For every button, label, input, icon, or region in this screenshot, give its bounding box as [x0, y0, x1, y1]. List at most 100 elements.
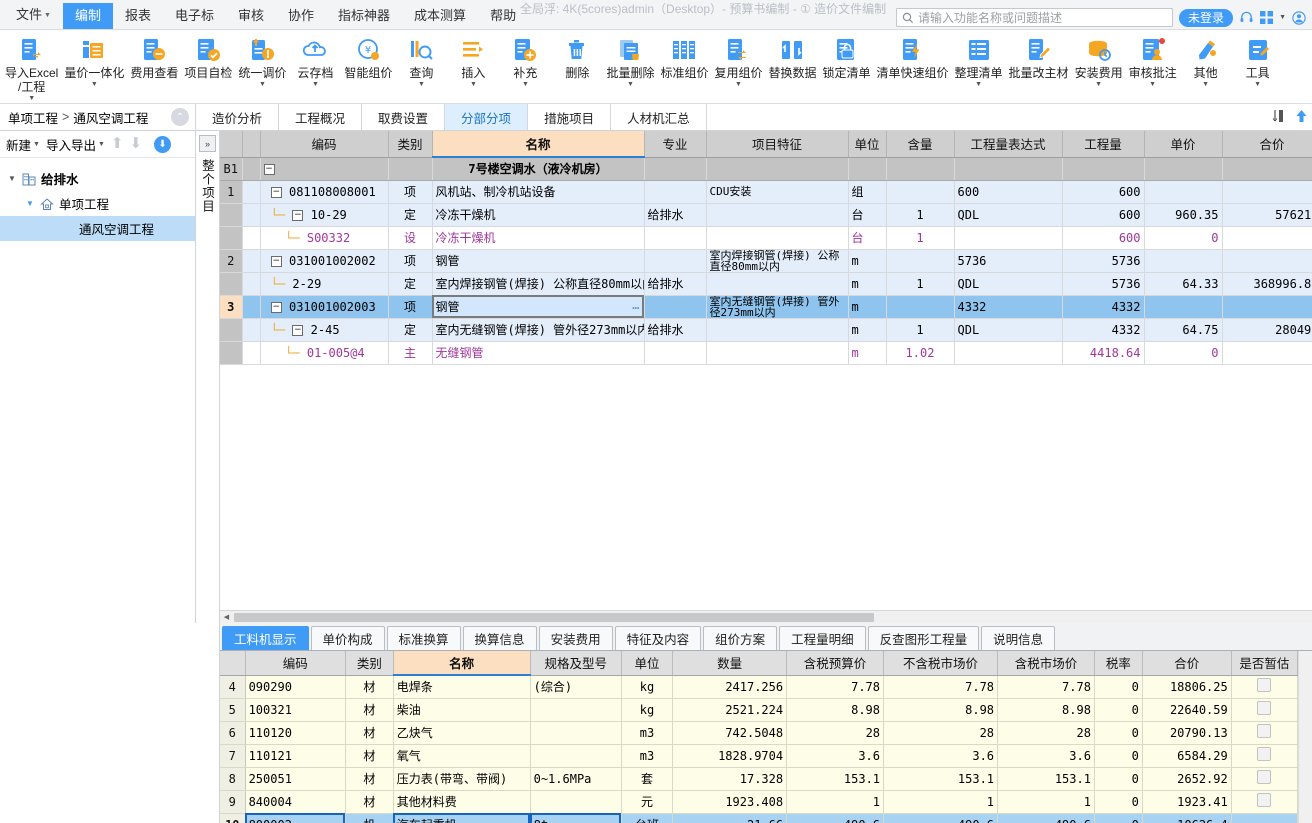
cell-major[interactable]: 给排水 [644, 272, 707, 296]
cell-unit-price[interactable]: 960.35 [1144, 203, 1223, 227]
ribbon-button-batch-edit-material[interactable]: 批量改主材▼ [1006, 33, 1072, 89]
cell-total-price[interactable]: 10626.4 [1142, 813, 1232, 823]
estimate-checkbox[interactable] [1257, 678, 1272, 692]
cell-code[interactable]: 110121 [245, 744, 346, 768]
col-5[interactable]: 单位 [848, 131, 887, 158]
cell-code[interactable]: 800002 [245, 813, 346, 823]
ribbon-button-cloud-archive[interactable]: 云存档 ▼ [289, 33, 341, 89]
detail-tab-2[interactable]: 标准换算 [386, 626, 461, 650]
cell-code[interactable]: └─ 2-29 [260, 272, 389, 296]
detail-tab-0[interactable]: 工料机显示 [222, 626, 309, 650]
cell-budget-price[interactable]: 7.78 [786, 675, 885, 699]
cell-spec[interactable] [530, 790, 622, 814]
detail-tab-8[interactable]: 反查图形工程量 [867, 626, 980, 650]
ribbon-button-delete-trash[interactable]: 删除▼ [551, 33, 603, 89]
cell-unit[interactable] [848, 157, 887, 181]
ribbon-button-project-check[interactable]: 项目自检▼ [181, 33, 235, 89]
table-row[interactable]: └─ 01-005@4 主 无缝钢管 m 1.02 4418.64 00 [220, 341, 1312, 365]
collapse-toggle-icon[interactable]: − [292, 324, 304, 336]
cell-budget-price[interactable]: 8.98 [786, 698, 885, 722]
cell-quantity[interactable]: 4418.64 [1062, 341, 1145, 365]
cell-total-price[interactable]: 2652.92 [1142, 767, 1232, 791]
cell-spec[interactable] [530, 698, 622, 722]
ribbon-button-batch-delete[interactable]: 批量删除 ▼ [603, 33, 657, 89]
collapse-toggle-icon[interactable]: − [292, 209, 304, 221]
cell-major[interactable] [644, 249, 707, 273]
cell-category[interactable]: 项 [388, 295, 433, 319]
cell-expression[interactable]: QDL [954, 203, 1063, 227]
detail-tab-6[interactable]: 组价方案 [703, 626, 778, 650]
col-2[interactable]: 名称 [432, 131, 645, 158]
tab-3[interactable]: 分部分项 [445, 104, 529, 130]
detail-col-1[interactable]: 类别 [345, 651, 394, 676]
cell-category[interactable]: 材 [345, 767, 394, 791]
table-row[interactable]: 4 090290 材 电焊条 (综合) kg 2417.256 7.78 7.78 7.78 0 18… [220, 675, 1299, 699]
col-4[interactable]: 项目特征 [706, 131, 849, 158]
table-row[interactable]: 9 840004 材 其他材料费 元 1923.408 1 1 1 0 1923.41 [220, 790, 1299, 814]
cell-unit[interactable]: kg [621, 698, 674, 722]
cell-major[interactable]: 给排水 [644, 203, 707, 227]
col-7[interactable]: 工程量表达式 [954, 131, 1063, 158]
detail-col-10[interactable]: 合价 [1142, 651, 1232, 676]
detail-tab-9[interactable]: 说明信息 [981, 626, 1056, 650]
cell-unit-price[interactable]: 64.75 [1144, 318, 1223, 342]
cell-tax-rate[interactable]: 0 [1094, 698, 1143, 722]
cell-code[interactable]: 110120 [245, 721, 346, 745]
whole-project-label[interactable]: 整个项目 [198, 159, 217, 213]
cell-spec[interactable]: 0~1.6MPa [530, 767, 622, 791]
cell-spec[interactable] [530, 744, 622, 768]
tree-node-2[interactable]: 通风空调工程 [0, 216, 195, 241]
menu-item-2[interactable]: 报表 [113, 3, 163, 29]
cell-market-price-ex-tax[interactable]: 7.78 [883, 675, 999, 699]
ribbon-button-other[interactable]: 其他 ▼ [1180, 33, 1232, 89]
cell-unit-price[interactable] [1144, 295, 1223, 319]
cell-tax-rate[interactable]: 0 [1094, 744, 1143, 768]
menu-item-7[interactable]: 成本测算 [402, 3, 478, 29]
cell-feature[interactable] [706, 203, 849, 227]
cell-quantity[interactable]: 5736 [1062, 249, 1145, 273]
collapse-toggle-icon[interactable]: − [270, 301, 282, 313]
cell-name[interactable]: 压力表(带弯、带阀) [393, 767, 531, 791]
cell-feature[interactable] [706, 272, 849, 296]
cell-major[interactable]: 给排水 [644, 318, 707, 342]
table-row[interactable]: 6 110120 材 乙炔气 m3 742.5048 28 28 28 0 20790.13 [220, 721, 1299, 745]
detail-col-9[interactable]: 税率 [1094, 651, 1143, 676]
estimate-checkbox[interactable] [1257, 793, 1272, 807]
cell-unit-price[interactable] [1144, 180, 1223, 204]
cell-expression[interactable] [954, 157, 1063, 181]
cell-content[interactable]: 1.02 [886, 341, 955, 365]
cell-tax-rate[interactable]: 0 [1094, 767, 1143, 791]
cell-total-price[interactable] [1222, 295, 1312, 319]
cell-unit[interactable]: 元 [621, 790, 674, 814]
tree-node-1[interactable]: ▼ 单项工程 [0, 191, 195, 216]
cell-total-price[interactable]: 6584.29 [1142, 744, 1232, 768]
ribbon-button-import-excel[interactable]: 导入Excel /工程 ▼ [2, 33, 61, 103]
table-row[interactable]: └─ 2-29 定 室内焊接钢管(焊接) 公称直径80mm以内 给排水 m 1 QDL 573… [220, 272, 1312, 296]
collapse-panel-icon[interactable]: ⌃ [171, 108, 189, 126]
chevron-down-icon[interactable]: ▼ [418, 81, 425, 89]
ribbon-button-standard-pricing[interactable]: 标准组价▼ [657, 33, 711, 89]
detail-col-11[interactable]: 是否暂估 [1231, 651, 1299, 676]
cell-feature[interactable]: CDU安装 [706, 180, 849, 204]
estimate-checkbox[interactable] [1257, 770, 1272, 784]
download-icon[interactable]: ⬇ [154, 135, 172, 153]
cell-code[interactable]: − 031001002003 [260, 295, 389, 319]
cell-market-price-in-tax[interactable]: 3.6 [997, 744, 1095, 768]
cell-content[interactable]: 1 [886, 226, 955, 250]
menu-item-6[interactable]: 指标神器 [326, 3, 402, 29]
cell-category[interactable]: 主 [388, 341, 433, 365]
cell-category[interactable]: 项 [388, 249, 433, 273]
cell-major[interactable] [644, 226, 707, 250]
cell-category[interactable] [388, 157, 433, 181]
new-button[interactable]: 新建 ▼ [6, 135, 40, 154]
cell-unit-price[interactable] [1144, 249, 1223, 273]
move-down-icon[interactable]: ⬇ [129, 136, 142, 151]
table-row[interactable]: 10800002 机 汽车起重机 8t 台班 21.66 490.6 490.6 490.6 0 1… [220, 813, 1299, 823]
triangle-expanded-icon[interactable]: ▼ [8, 174, 22, 183]
cell-unit[interactable]: m3 [621, 744, 674, 768]
chevron-down-icon[interactable]: ▼ [735, 81, 742, 89]
cell-market-price-in-tax[interactable]: 490.6 [997, 813, 1095, 823]
cell-tax-rate[interactable]: 0 [1094, 675, 1143, 699]
table-row[interactable]: B1 − 7号楼空调水（液冷机房） [220, 157, 1312, 181]
ribbon-button-smart-pricing[interactable]: ¥智能组价▼ [341, 33, 395, 89]
